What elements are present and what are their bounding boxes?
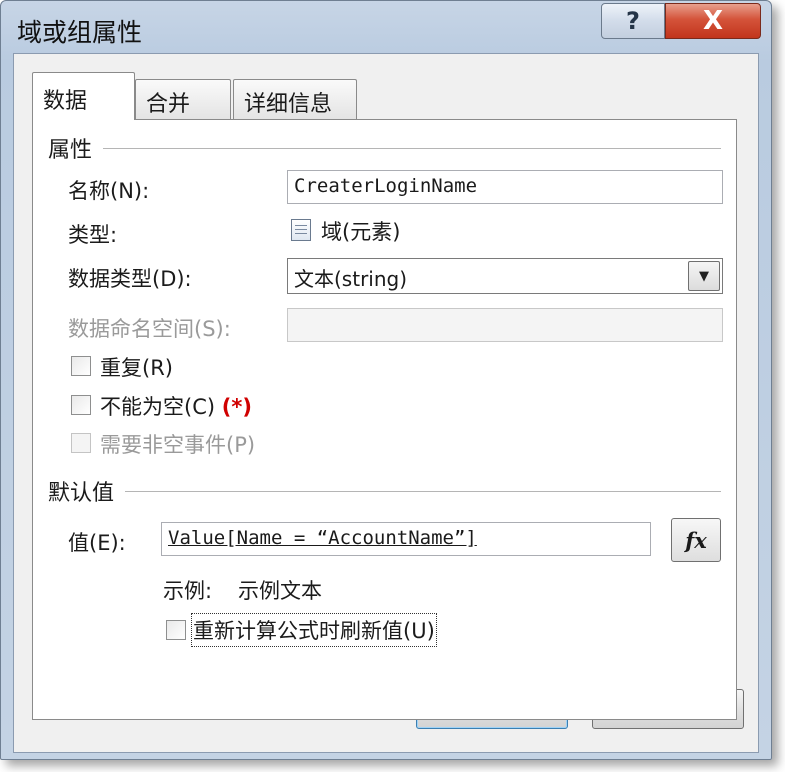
tab-data[interactable]: 数据 xyxy=(32,72,135,120)
help-button[interactable]: ? xyxy=(601,3,665,39)
default-value-input[interactable]: Value[Name = “AccountName”] xyxy=(161,522,651,556)
field-element-icon xyxy=(291,219,311,241)
type-label: 类型: xyxy=(68,223,118,247)
tab-merge-label: 合并 xyxy=(146,92,191,117)
properties-group-divider xyxy=(103,148,721,149)
type-value: 域(元素) xyxy=(321,220,401,244)
properties-group-title: 属性 xyxy=(48,138,93,163)
default-value-group-title: 默认值 xyxy=(48,481,115,506)
data-namespace-input[interactable] xyxy=(287,308,723,342)
repeat-checkbox[interactable] xyxy=(71,356,91,376)
tab-data-label: 数据 xyxy=(43,89,88,114)
close-button[interactable]: X xyxy=(665,3,761,39)
non-blank-event-label: 需要非空事件(P) xyxy=(100,433,256,457)
dialog-title: 域或组属性 xyxy=(17,18,143,47)
default-value-group-divider xyxy=(125,491,721,492)
non-blank-event-checkbox[interactable] xyxy=(71,433,91,453)
dialog-client-area: 数据 合并 详细信息 属性 名称(N): CreaterLoginName 类型… xyxy=(13,53,759,753)
field-or-group-properties-dialog: 域或组属性 ? X 数据 合并 详细信息 属性 名称(N): CreaterLo… xyxy=(0,0,772,760)
tab-merge[interactable]: 合并 xyxy=(135,79,231,119)
repeat-label[interactable]: 重复(R) xyxy=(100,352,173,382)
title-bar[interactable]: 域或组属性 ? X xyxy=(1,1,771,53)
data-type-selected-value: 文本(string) xyxy=(294,267,408,291)
name-input[interactable]: CreaterLoginName xyxy=(287,170,723,204)
fx-icon: fx xyxy=(685,527,707,553)
refresh-on-recalc-label[interactable]: 重新计算公式时刷新值(U) xyxy=(191,613,437,647)
data-type-label: 数据类型(D): xyxy=(68,267,192,291)
data-tab-panel: 属性 名称(N): CreaterLoginName 类型: 域(元素) 数据类… xyxy=(32,119,737,720)
close-icon: X xyxy=(702,6,724,36)
cannot-be-blank-label[interactable]: 不能为空(C) (*) xyxy=(100,391,252,421)
tab-details-label: 详细信息 xyxy=(244,92,333,117)
default-value-text: Value[Name = “AccountName”] xyxy=(168,527,477,549)
data-type-select[interactable]: 文本(string) ▼ xyxy=(287,258,723,294)
chevron-down-icon[interactable]: ▼ xyxy=(688,261,720,291)
formula-button[interactable]: fx xyxy=(671,518,721,562)
refresh-on-recalc-checkbox[interactable] xyxy=(166,620,186,640)
example-value: 示例文本 xyxy=(238,579,322,603)
required-star-icon: (*) xyxy=(221,395,252,419)
help-icon: ? xyxy=(626,7,640,35)
cannot-be-blank-checkbox[interactable] xyxy=(71,395,91,415)
tab-details[interactable]: 详细信息 xyxy=(233,79,357,119)
cannot-be-blank-text: 不能为空(C) xyxy=(100,395,216,419)
example-label: 示例: xyxy=(163,579,213,603)
value-label: 值(E): xyxy=(68,531,126,555)
data-namespace-label: 数据命名空间(S): xyxy=(68,317,231,341)
name-label: 名称(N): xyxy=(68,179,150,203)
